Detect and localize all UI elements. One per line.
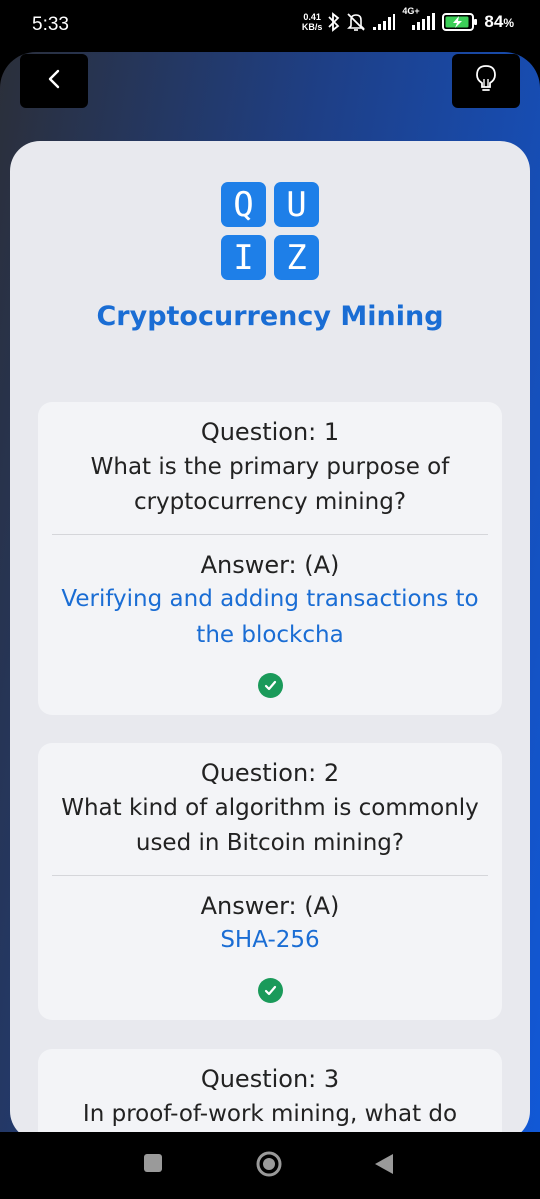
- logo-tile-q: Q: [221, 182, 266, 227]
- question-text: What kind of algorithm is commonly used …: [61, 795, 479, 856]
- back-triangle-icon: [373, 1152, 395, 1180]
- answer-text: Verifying and adding transactions to the…: [61, 586, 479, 648]
- recents-button[interactable]: [142, 1152, 164, 1178]
- battery-percent-suffix: %: [503, 16, 514, 30]
- divider: [52, 534, 488, 535]
- quiz-result-card: Q U I Z Cryptocurrency Mining Question: …: [10, 141, 530, 1132]
- question-text: In proof-of-work mining, what do miners …: [82, 1101, 458, 1127]
- logo-tile-z: Z: [274, 235, 319, 280]
- network-speed-unit: KB/s: [301, 22, 323, 32]
- signal-icon: [372, 13, 396, 31]
- bluetooth-icon: [328, 12, 340, 32]
- question-heading: Question: 3: [200, 1065, 340, 1093]
- battery-percent: 84%: [484, 12, 514, 32]
- check-circle-icon: [257, 673, 283, 698]
- recents-square-icon: [142, 1152, 164, 1178]
- network-type: 4G+: [402, 6, 420, 16]
- app-header-background: Q U I Z Cryptocurrency Mining Question: …: [0, 52, 540, 1132]
- answer-text: SHA-256: [220, 927, 320, 953]
- status-time: 5:33: [32, 14, 69, 35]
- check-circle-icon: [257, 978, 283, 1003]
- lightbulb-icon: [475, 64, 497, 98]
- status-bar: 5:33 0.41 KB/s 4G+ 84%: [0, 0, 540, 52]
- hint-button[interactable]: [452, 54, 520, 108]
- network-speed: 0.41 KB/s: [302, 12, 323, 32]
- divider: [52, 875, 488, 876]
- home-button[interactable]: [255, 1150, 283, 1182]
- system-nav-bar: [0, 1132, 540, 1199]
- quiz-logo: Q U I Z: [221, 182, 319, 280]
- question-heading: Question: 2: [200, 759, 340, 787]
- back-nav-button[interactable]: [373, 1152, 395, 1180]
- answer-heading: Answer: (A): [200, 551, 340, 579]
- network-speed-value: 0.41: [303, 12, 321, 22]
- quiz-title: Cryptocurrency Mining: [96, 301, 444, 332]
- logo-tile-i: I: [221, 235, 266, 280]
- question-heading: Question: 1: [200, 418, 340, 446]
- home-circle-icon: [255, 1150, 283, 1182]
- question-card: Question: 1 What is the primary purpose …: [38, 402, 502, 715]
- battery-charging-icon: [442, 12, 478, 32]
- mute-bell-icon: [346, 12, 366, 32]
- answer-heading: Answer: (A): [200, 892, 340, 920]
- signal-4g-icon: 4G+: [402, 6, 436, 31]
- question-card: Question: 2 What kind of algorithm is co…: [38, 743, 502, 1020]
- status-icons: 0.41 KB/s 4G+ 84%: [302, 6, 514, 32]
- battery-percent-value: 84: [484, 12, 504, 31]
- logo-tile-u: U: [274, 182, 319, 227]
- chevron-left-icon: [47, 68, 61, 94]
- question-card: Question: 3 In proof-of-work mining, wha…: [38, 1049, 502, 1132]
- back-button[interactable]: [20, 54, 88, 108]
- question-text: What is the primary purpose of cryptocur…: [90, 454, 450, 515]
